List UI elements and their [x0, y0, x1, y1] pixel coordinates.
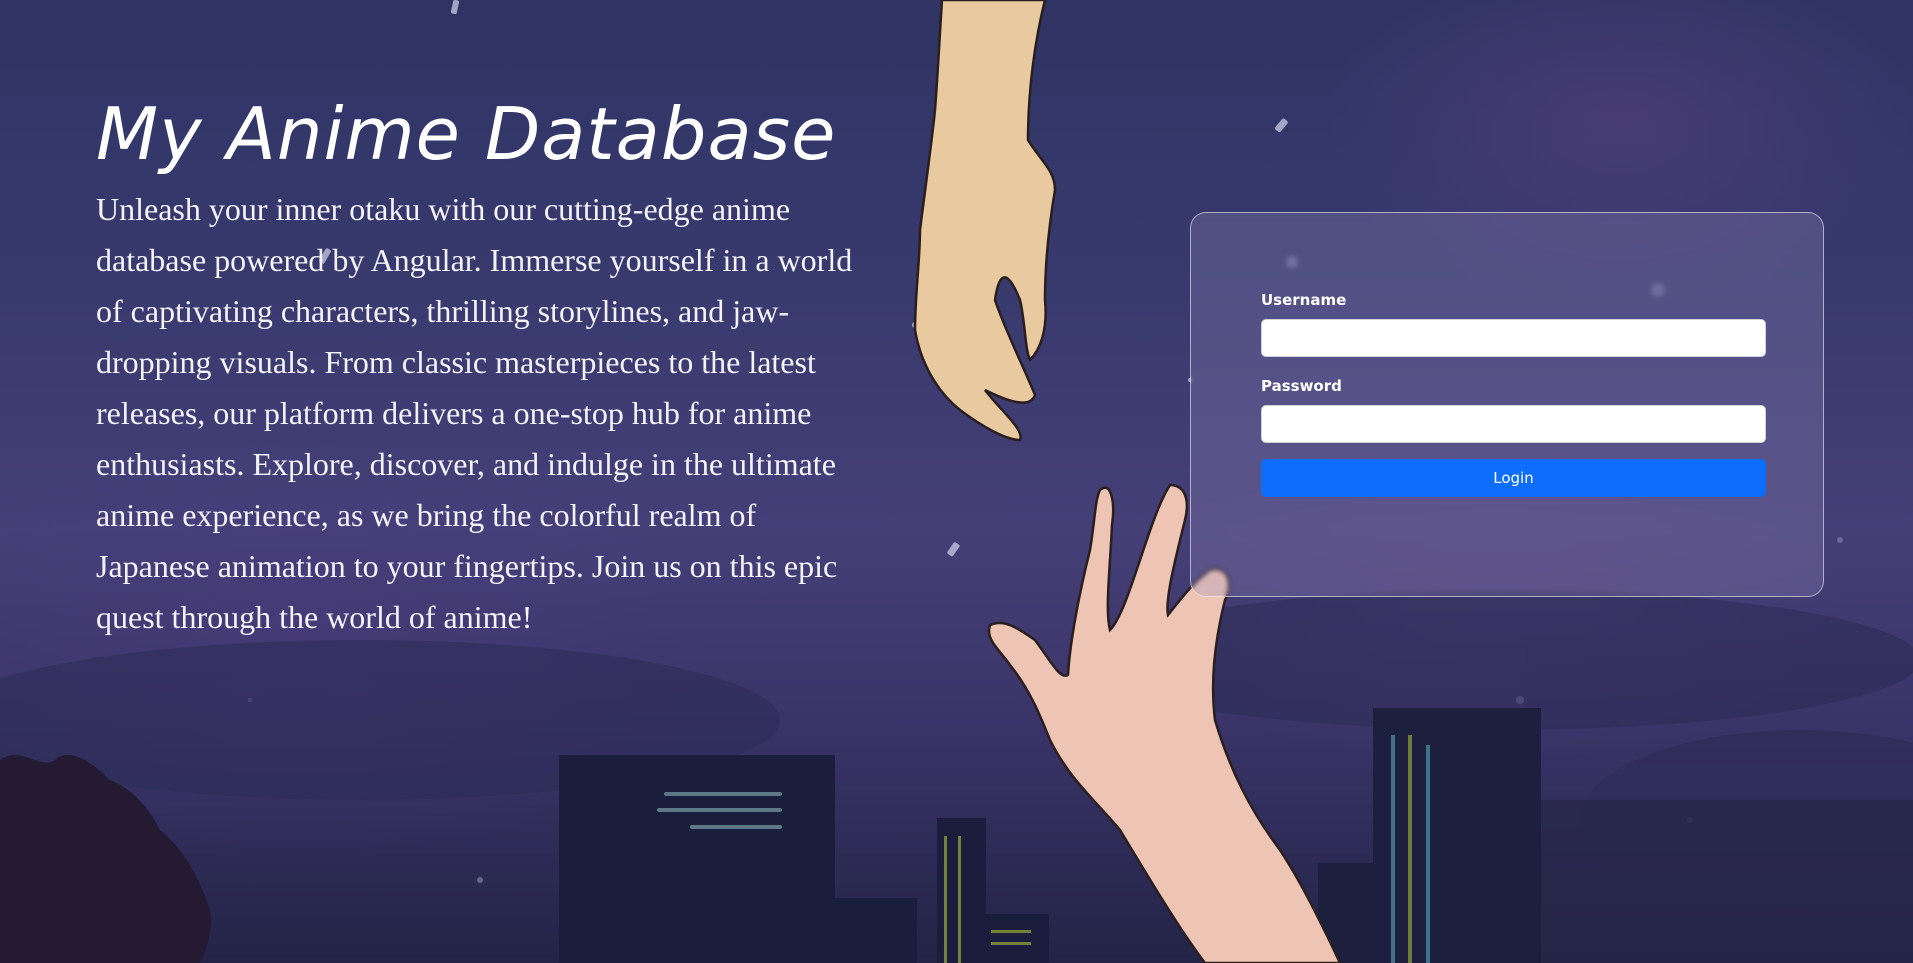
hero-description: Unleash your inner otaku with our cuttin… [96, 191, 853, 635]
login-form: Username Password Login [1190, 212, 1824, 597]
username-input[interactable] [1261, 319, 1766, 357]
page-title: My Anime Database [96, 92, 837, 176]
login-button[interactable]: Login [1261, 459, 1766, 497]
hero-section: My Anime Database Unleash your inner ota… [96, 98, 866, 643]
password-label: Password [1261, 377, 1342, 395]
upper-hand-illustration [913, 0, 1057, 442]
password-input[interactable] [1261, 405, 1766, 443]
tree-silhouette [0, 754, 212, 963]
city-buildings [559, 708, 1913, 963]
username-label: Username [1261, 291, 1347, 309]
